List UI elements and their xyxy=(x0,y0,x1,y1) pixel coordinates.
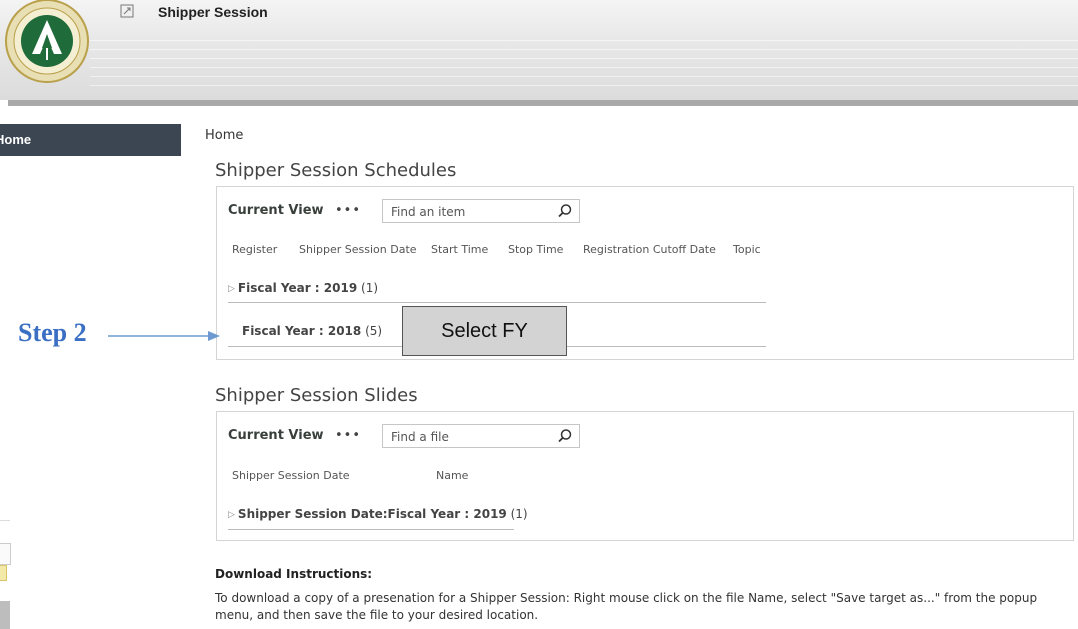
group-row-fy2018[interactable]: Fiscal Year : 2018 (5) xyxy=(242,324,382,338)
column-header-register[interactable]: Register xyxy=(232,243,277,256)
expand-caret-icon[interactable]: ▷ xyxy=(228,510,235,520)
fragment-box xyxy=(0,543,11,565)
header-decoration xyxy=(90,40,1078,88)
group-count: (1) xyxy=(510,507,528,521)
slides-more-button[interactable]: ••• xyxy=(335,428,361,443)
group-count: (1) xyxy=(361,281,379,295)
group-value: 2018 xyxy=(327,324,362,338)
breadcrumb[interactable]: Home xyxy=(205,128,243,143)
group-value: 2019 xyxy=(323,281,358,295)
fragment-highlight xyxy=(0,565,7,581)
schedules-title[interactable]: Shipper Session Schedules xyxy=(215,160,456,181)
select-fy-callout: Select FY xyxy=(402,306,567,356)
column-header-session-date[interactable]: Shipper Session Date xyxy=(299,243,417,256)
slides-search-input[interactable] xyxy=(389,426,553,448)
column-header-name[interactable]: Name xyxy=(436,469,468,482)
slides-title[interactable]: Shipper Session Slides xyxy=(215,385,418,406)
arrow-right-icon xyxy=(108,331,220,341)
schedules-search-box[interactable] xyxy=(382,199,580,223)
column-header-start-time[interactable]: Start Time xyxy=(431,243,488,256)
nav-item-home[interactable]: Home xyxy=(0,124,181,156)
sddc-logo-icon[interactable] xyxy=(4,0,90,84)
slides-current-view[interactable]: Current View xyxy=(228,428,324,443)
column-header-topic[interactable]: Topic xyxy=(733,243,761,256)
edit-icon[interactable] xyxy=(120,4,134,18)
fragment-scroll xyxy=(0,601,10,629)
group-label: Fiscal Year : xyxy=(242,324,328,338)
header-divider xyxy=(8,100,1078,106)
group-label: Fiscal Year : xyxy=(237,281,324,295)
column-header-cutoff-date[interactable]: Registration Cutoff Date xyxy=(583,243,716,256)
search-icon[interactable] xyxy=(557,428,573,444)
schedules-more-button[interactable]: ••• xyxy=(335,203,361,218)
group-count: (5) xyxy=(365,324,383,338)
left-panel-fragment xyxy=(0,520,11,629)
nav-item-home-label: Home xyxy=(0,132,32,147)
group-value: 2019 xyxy=(473,507,507,521)
column-header-stop-time[interactable]: Stop Time xyxy=(508,243,563,256)
schedules-search-input[interactable] xyxy=(389,201,553,223)
slides-search-box[interactable] xyxy=(382,424,580,448)
search-icon[interactable] xyxy=(557,203,573,219)
row-divider xyxy=(228,302,766,303)
row-divider xyxy=(228,529,514,530)
site-title[interactable]: Shipper Session xyxy=(158,4,268,20)
download-instructions-heading: Download Instructions: xyxy=(215,567,373,581)
step-label: Step 2 xyxy=(18,318,87,347)
schedules-current-view[interactable]: Current View xyxy=(228,203,324,218)
group-row-slides-fy2019[interactable]: ▷ Shipper Session Date:Fiscal Year : 2019… xyxy=(228,507,528,521)
column-header-session-date[interactable]: Shipper Session Date xyxy=(232,469,350,482)
download-instructions-text: To download a copy of a presenation for … xyxy=(215,591,1038,622)
group-row-fy2019[interactable]: ▷ Fiscal Year : 2019 (1) xyxy=(228,281,378,295)
group-label: Shipper Session Date:Fiscal Year : xyxy=(237,507,474,521)
expand-caret-icon[interactable]: ▷ xyxy=(228,284,235,294)
